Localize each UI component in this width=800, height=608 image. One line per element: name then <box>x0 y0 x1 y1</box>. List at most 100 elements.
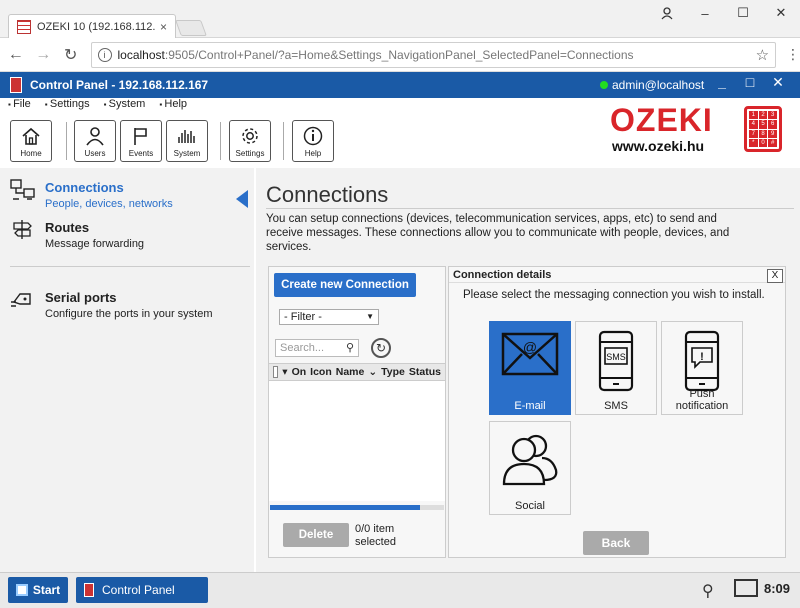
account-icon[interactable] <box>648 0 686 26</box>
sort-circle-icon[interactable]: ⌄ <box>368 366 377 378</box>
delete-button[interactable]: Delete <box>283 523 349 547</box>
sms-icon-text: SMS <box>606 352 626 362</box>
push-icon-text: ! <box>700 351 704 363</box>
help-label: Help <box>304 149 322 158</box>
email-icon: @ <box>501 332 559 376</box>
bookmark-star-icon[interactable]: ☆ <box>756 46 769 64</box>
progress-fill <box>270 505 420 510</box>
connection-type-social[interactable]: Social <box>489 421 571 515</box>
chevron-down-icon: ▼ <box>366 312 374 321</box>
nav-item-routes[interactable]: Routes Message forwarding <box>0 212 254 252</box>
browser-menu-icon[interactable]: ⋮ <box>786 46 800 63</box>
users-button[interactable]: Users <box>74 120 116 162</box>
clock: 8:09 <box>764 581 791 596</box>
menu-help[interactable]: Help <box>159 98 187 114</box>
nav-item-subtitle: Configure the ports in your system <box>45 308 213 320</box>
browser-addressbar: ← → ↻ i localhost :9505/Control+Panel/?a… <box>0 38 800 72</box>
tab-close-icon[interactable]: × <box>160 20 167 34</box>
keypad-key: 0 <box>758 138 768 147</box>
menu-settings[interactable]: Settings <box>45 98 90 114</box>
connection-type-email[interactable]: @ E-mail <box>489 321 571 415</box>
toolbar-separator <box>283 122 284 160</box>
site-info-icon[interactable]: i <box>97 47 112 62</box>
system-label: System <box>173 149 201 158</box>
back-button[interactable]: Back <box>583 531 649 555</box>
url-path: :9505/Control+Panel/?a=Home&Settings_Nav… <box>164 47 634 62</box>
connection-type-sms[interactable]: SMS SMS <box>575 321 657 415</box>
connection-type-label: Push notification <box>675 388 729 412</box>
start-button[interactable]: Start <box>8 577 68 603</box>
filter-select[interactable]: - Filter - ▼ <box>279 309 379 325</box>
column-header-name[interactable]: Name <box>336 366 365 378</box>
selected-arrow-icon <box>236 190 248 208</box>
keypad-key: 2 <box>758 111 768 120</box>
select-all-checkbox[interactable] <box>273 366 279 378</box>
settings-button[interactable]: Settings <box>229 120 271 162</box>
settings-label: Settings <box>235 149 265 158</box>
nav-item-serial-ports[interactable]: Serial ports Configure the ports in your… <box>0 282 254 322</box>
user-status[interactable]: admin@localhost <box>600 78 704 92</box>
help-button[interactable]: Help <box>292 120 334 162</box>
url-input[interactable]: i localhost :9505/Control+Panel/?a=Home&… <box>90 41 777 68</box>
nav-item-subtitle: People, devices, networks <box>45 198 173 210</box>
title-divider <box>266 208 794 209</box>
column-header-type[interactable]: Type <box>381 366 405 378</box>
app-close-button[interactable]: ✕ <box>764 74 792 91</box>
window-maximize-button[interactable]: ☐ <box>724 0 762 26</box>
details-close-button[interactable]: X <box>767 269 783 283</box>
search-icon[interactable]: ⚲ <box>346 340 354 356</box>
sort-caret-icon[interactable]: ▾ <box>282 366 287 378</box>
menu-system[interactable]: System <box>104 98 146 114</box>
refresh-icon[interactable]: ↻ <box>371 338 391 358</box>
nav-item-title: Routes <box>45 220 90 235</box>
nav-item-title: Serial ports <box>45 290 117 305</box>
nav-item-connections[interactable]: Connections People, devices, networks <box>0 172 254 212</box>
column-header-icon[interactable]: Icon <box>310 366 332 378</box>
column-header-status[interactable]: Status <box>409 366 441 378</box>
system-button[interactable]: System <box>166 120 208 162</box>
connection-type-push-notification[interactable]: ! Push notification <box>661 321 743 415</box>
main-content: Connections You can setup connections (d… <box>256 168 800 572</box>
nav-item-subtitle: Message forwarding <box>45 238 145 250</box>
app-title: Control Panel - 192.168.112.167 <box>30 78 209 92</box>
create-connection-button[interactable]: Create new Connection <box>274 273 416 297</box>
details-header: Connection details <box>449 267 785 283</box>
gear-icon <box>242 128 258 144</box>
details-prompt: Please select the messaging connection y… <box>463 289 765 301</box>
keypad-key: # <box>768 138 777 147</box>
keypad-key: 7 <box>749 129 758 138</box>
tab-title: OZEKI 10 (192.168.112.1… <box>37 20 156 33</box>
start-label: Start <box>32 583 61 597</box>
filter-value: - Filter - <box>284 311 322 323</box>
ozeki-favicon-icon <box>17 19 31 34</box>
forward-arrow-icon[interactable]: → <box>32 46 56 64</box>
window-close-button[interactable]: ✕ <box>762 0 800 26</box>
app-maximize-button[interactable]: □ <box>736 74 764 91</box>
users-icon <box>86 127 104 146</box>
column-header-on[interactable]: On <box>292 366 307 378</box>
browser-tab[interactable]: OZEKI 10 (192.168.112.1… × <box>8 14 176 38</box>
taskbar: Start Control Panel ⚲ 8:09 <box>0 572 800 608</box>
new-tab-button[interactable] <box>175 20 207 36</box>
reload-icon[interactable]: ↻ <box>59 45 83 65</box>
window-minimize-button[interactable]: – <box>686 0 724 26</box>
connection-details-panel: Connection details X Please select the m… <box>448 266 786 558</box>
home-button[interactable]: Home <box>10 120 52 162</box>
search-input[interactable]: Search... ⚲ <box>275 339 359 357</box>
keypad-key: 4 <box>749 120 758 129</box>
keypad-key: 8 <box>758 129 768 138</box>
connection-type-label: SMS <box>604 400 628 412</box>
monitor-icon[interactable] <box>734 579 758 597</box>
keypad-key: 9 <box>768 129 777 138</box>
taskbar-item-control-panel[interactable]: Control Panel <box>76 577 208 603</box>
app-minimize-button[interactable]: _ <box>708 74 736 91</box>
back-arrow-icon[interactable]: ← <box>4 46 28 64</box>
list-progress-bar <box>270 505 444 510</box>
routes-icon <box>13 220 32 239</box>
home-label: Home <box>20 149 42 158</box>
network-icon[interactable]: ⚲ <box>702 581 714 601</box>
keypad-logo-icon: 1 2 3 4 5 6 7 8 9 * 0 # <box>744 106 782 152</box>
menu-file[interactable]: File <box>8 98 31 114</box>
app-window-controls: _ □ ✕ <box>708 74 792 91</box>
events-button[interactable]: Events <box>120 120 162 162</box>
